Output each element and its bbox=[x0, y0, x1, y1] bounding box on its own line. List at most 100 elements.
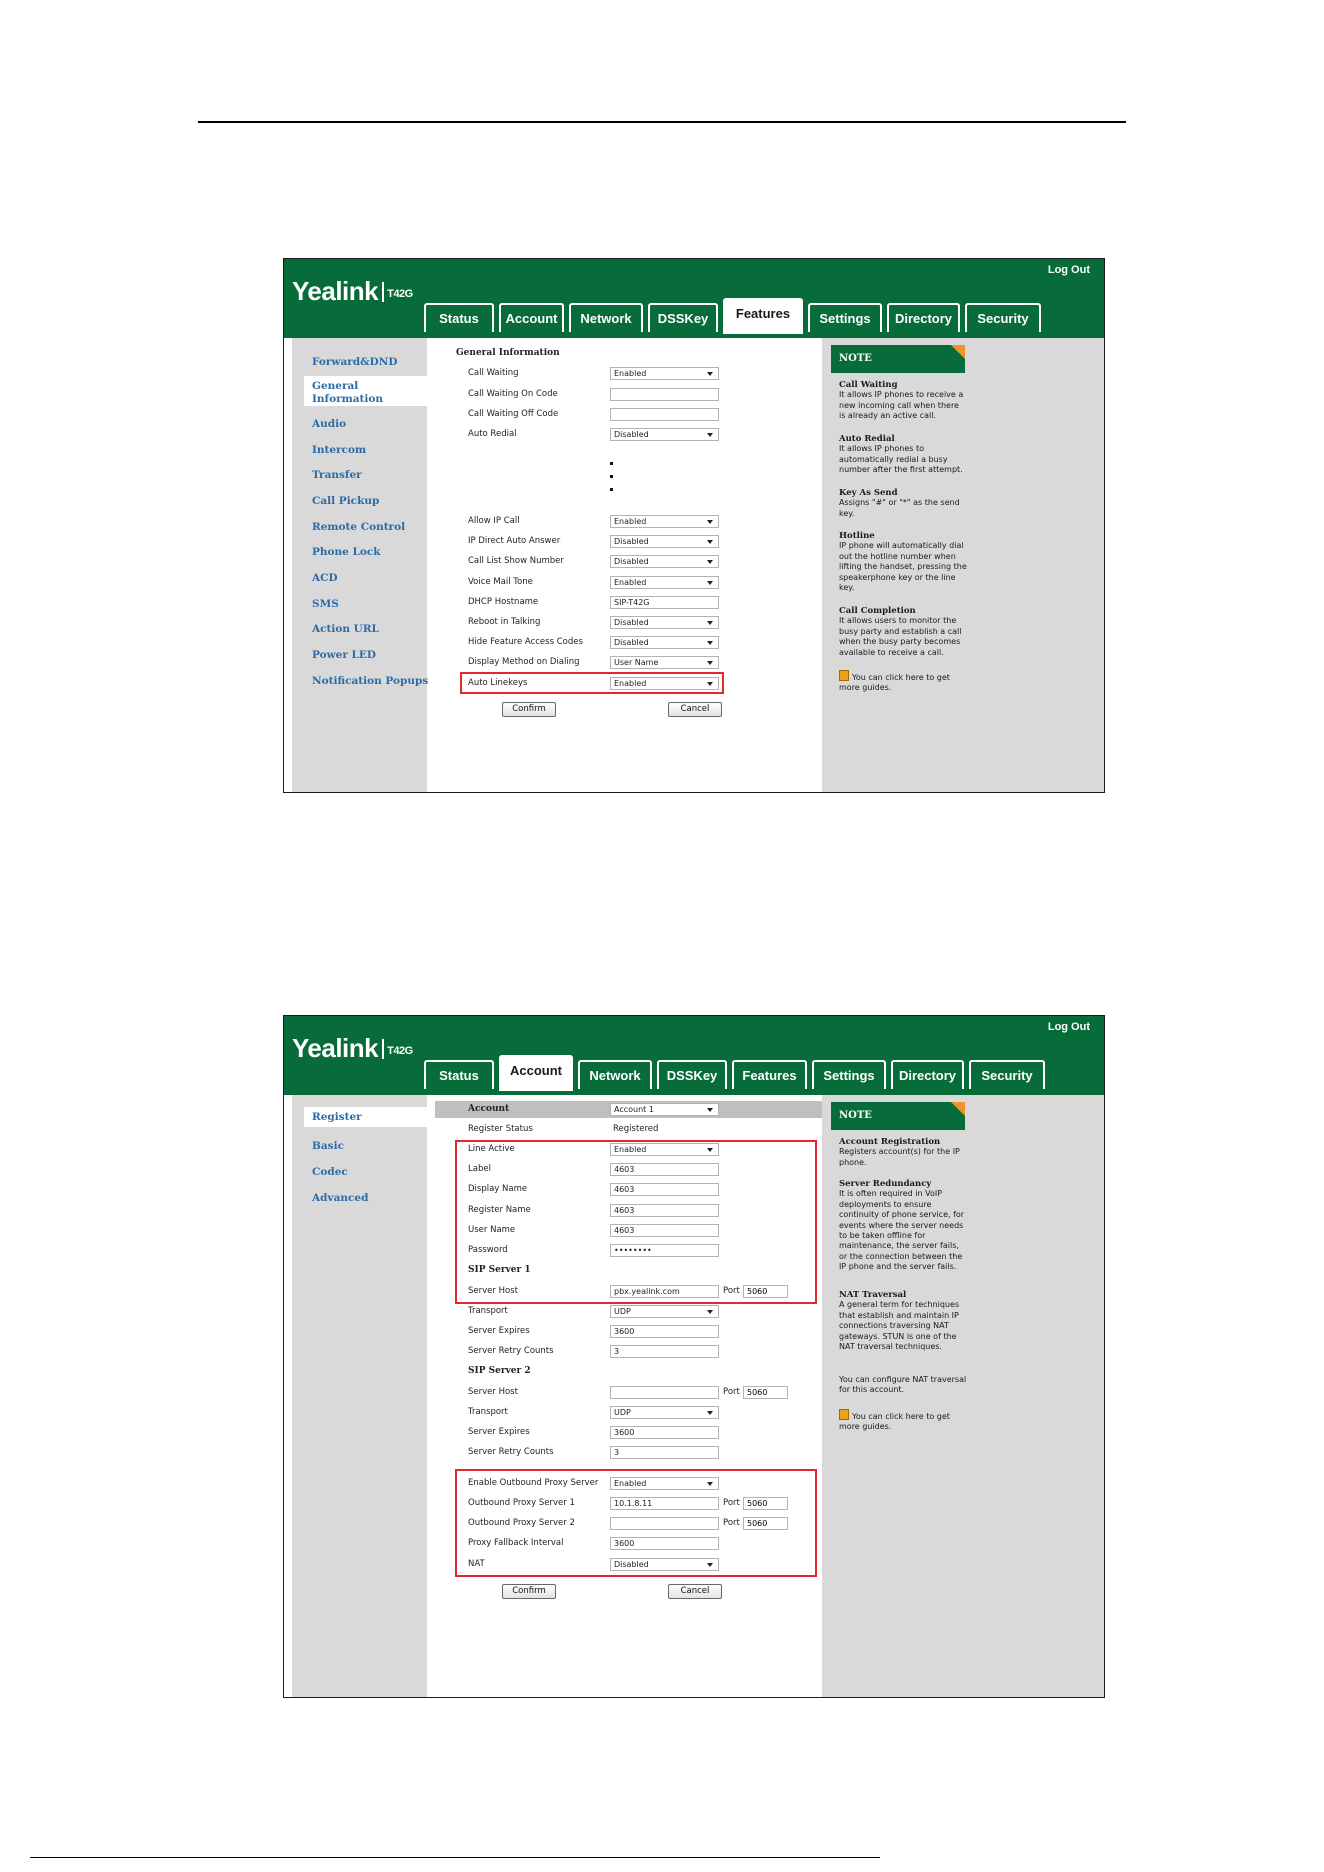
sidebar: Forward&DND General Information Audio In… bbox=[292, 338, 429, 792]
server2-retry-input[interactable]: 3 bbox=[610, 1446, 719, 1459]
account-select[interactable]: Account 1 bbox=[610, 1103, 719, 1116]
note-header: NOTE bbox=[831, 345, 965, 373]
tab-network[interactable]: Network bbox=[578, 1060, 652, 1089]
sidebar: Register Basic Codec Advanced bbox=[292, 1095, 429, 1697]
server2-port-input[interactable]: 5060 bbox=[743, 1386, 788, 1399]
sidebar-item-forward-dnd[interactable]: Forward&DND bbox=[312, 356, 432, 369]
call-waiting-on-code-label: Call Waiting On Code bbox=[468, 389, 558, 399]
guide-book-icon bbox=[839, 1409, 849, 1420]
server2-expires-label: Server Expires bbox=[468, 1427, 530, 1437]
tab-status[interactable]: Status bbox=[424, 1060, 494, 1089]
highlight-auto-linekeys bbox=[460, 672, 724, 694]
cancel-button[interactable]: Cancel bbox=[668, 702, 722, 717]
server2-expires-input[interactable]: 3600 bbox=[610, 1426, 719, 1439]
sidebar-item-notification-popups[interactable]: Notification Popups bbox=[312, 675, 432, 688]
sidebar-item-acd[interactable]: ACD bbox=[312, 572, 432, 585]
sidebar-item-register[interactable]: Register bbox=[304, 1107, 429, 1127]
top-bar: Yealink T42G Log Out Status Account Netwo… bbox=[284, 259, 1104, 338]
sidebar-item-action-url[interactable]: Action URL bbox=[312, 623, 432, 636]
tab-settings[interactable]: Settings bbox=[808, 303, 882, 332]
guide-book-icon bbox=[839, 670, 849, 681]
tab-features[interactable]: Features bbox=[732, 1060, 807, 1089]
display-method-on-dialing-label: Display Method on Dialing bbox=[468, 657, 580, 667]
allow-ip-call-label: Allow IP Call bbox=[468, 516, 520, 526]
note-hotline: Hotline IP phone will automatically dial … bbox=[839, 531, 967, 593]
note-auto-redial: Auto Redial It allows IP phones to automa… bbox=[839, 434, 963, 475]
note-panel: NOTE Call Waiting It allows IP phones to … bbox=[828, 338, 1104, 792]
note-header: NOTE bbox=[831, 1102, 965, 1130]
server1-transport-select[interactable]: UDP bbox=[610, 1305, 719, 1318]
server2-host-input[interactable] bbox=[610, 1386, 719, 1399]
server2-host-label: Server Host bbox=[468, 1387, 518, 1397]
tab-directory[interactable]: Directory bbox=[887, 303, 960, 332]
sidebar-item-codec[interactable]: Codec bbox=[312, 1166, 432, 1179]
sidebar-item-transfer[interactable]: Transfer bbox=[312, 469, 432, 482]
tab-security[interactable]: Security bbox=[965, 303, 1041, 332]
section-title: General Information bbox=[456, 348, 560, 358]
hide-feature-access-codes-label: Hide Feature Access Codes bbox=[468, 637, 583, 647]
guide-link[interactable]: You can click here to get more guides. bbox=[839, 670, 967, 694]
call-waiting-on-code-input[interactable] bbox=[610, 388, 719, 401]
ip-direct-auto-answer-select[interactable]: Disabled bbox=[610, 535, 719, 548]
screenshot-account-register: Yealink T42G Log Out Status Account Netwo… bbox=[283, 1015, 1105, 1698]
register-status-label: Register Status bbox=[468, 1124, 533, 1134]
sidebar-item-advanced[interactable]: Advanced bbox=[312, 1192, 432, 1205]
sidebar-item-power-led[interactable]: Power LED bbox=[312, 649, 432, 662]
hide-feature-access-codes-select[interactable]: Disabled bbox=[610, 636, 719, 649]
call-list-show-number-select[interactable]: Disabled bbox=[610, 555, 719, 568]
sidebar-item-sms[interactable]: SMS bbox=[312, 598, 432, 611]
tab-account[interactable]: Account bbox=[499, 303, 564, 332]
logout-link[interactable]: Log Out bbox=[1048, 264, 1090, 276]
call-waiting-off-code-input[interactable] bbox=[610, 408, 719, 421]
note-nat-traversal: NAT Traversal A general term for techniqu… bbox=[839, 1290, 960, 1352]
server1-transport-label: Transport bbox=[468, 1306, 508, 1316]
sip-server-2-title: SIP Server 2 bbox=[468, 1366, 531, 1376]
call-waiting-select[interactable]: Enabled bbox=[610, 367, 719, 380]
voice-mail-tone-select[interactable]: Enabled bbox=[610, 576, 719, 589]
sidebar-item-remote-control[interactable]: Remote Control bbox=[312, 521, 432, 534]
sidebar-item-general-information[interactable]: General Information bbox=[304, 376, 429, 406]
guide-link[interactable]: You can click here to get more guides. bbox=[839, 1409, 967, 1433]
server1-retry-input[interactable]: 3 bbox=[610, 1345, 719, 1358]
note-call-completion: Call Completion It allows users to monito… bbox=[839, 606, 962, 657]
note-key-as-send: Key As Send Assigns "#" or "*" as the sen… bbox=[839, 488, 960, 518]
screenshot-features-general-information: Yealink T42G Log Out Status Account Netwo… bbox=[283, 258, 1105, 793]
auto-redial-label: Auto Redial bbox=[468, 429, 517, 439]
tab-network[interactable]: Network bbox=[569, 303, 643, 332]
sidebar-item-intercom[interactable]: Intercom bbox=[312, 444, 432, 457]
highlight-account-settings bbox=[455, 1140, 817, 1304]
display-method-on-dialing-select[interactable]: User Name bbox=[610, 656, 719, 669]
allow-ip-call-select[interactable]: Enabled bbox=[610, 515, 719, 528]
logout-link[interactable]: Log Out bbox=[1048, 1021, 1090, 1033]
server1-expires-label: Server Expires bbox=[468, 1326, 530, 1336]
sidebar-item-call-pickup[interactable]: Call Pickup bbox=[312, 495, 432, 508]
note-server-redundancy: Server Redundancy It is often required in… bbox=[839, 1179, 965, 1272]
tab-security[interactable]: Security bbox=[969, 1060, 1045, 1089]
register-form: Account Account 1 Register Status Regist… bbox=[430, 1095, 822, 1697]
account-label: Account bbox=[468, 1104, 510, 1114]
note-panel: NOTE Account Registration Registers accou… bbox=[828, 1095, 1104, 1697]
tab-directory[interactable]: Directory bbox=[891, 1060, 964, 1089]
dhcp-hostname-input[interactable]: SIP-T42G bbox=[610, 596, 719, 609]
server1-expires-input[interactable]: 3600 bbox=[610, 1325, 719, 1338]
note-call-waiting: Call Waiting It allows IP phones to recei… bbox=[839, 380, 964, 421]
tab-settings[interactable]: Settings bbox=[812, 1060, 886, 1089]
confirm-button[interactable]: Confirm bbox=[502, 702, 556, 717]
cancel-button[interactable]: Cancel bbox=[668, 1584, 722, 1599]
server2-transport-select[interactable]: UDP bbox=[610, 1406, 719, 1419]
tab-dsskey[interactable]: DSSKey bbox=[648, 303, 718, 332]
sidebar-item-phone-lock[interactable]: Phone Lock bbox=[312, 546, 432, 559]
tab-account[interactable]: Account bbox=[499, 1055, 573, 1091]
reboot-in-talking-select[interactable]: Disabled bbox=[610, 616, 719, 629]
confirm-button[interactable]: Confirm bbox=[502, 1584, 556, 1599]
tab-features[interactable]: Features bbox=[723, 298, 803, 334]
sidebar-item-audio[interactable]: Audio bbox=[312, 418, 432, 431]
tab-dsskey[interactable]: DSSKey bbox=[657, 1060, 727, 1089]
reboot-in-talking-label: Reboot in Talking bbox=[468, 617, 541, 627]
tab-status[interactable]: Status bbox=[424, 303, 494, 332]
auto-redial-select[interactable]: Disabled bbox=[610, 428, 719, 441]
call-list-show-number-label: Call List Show Number bbox=[468, 556, 564, 566]
register-status-value: Registered bbox=[613, 1124, 659, 1134]
sidebar-item-basic[interactable]: Basic bbox=[312, 1140, 432, 1153]
settings-form: General Information Call Waiting Enabled… bbox=[430, 338, 822, 792]
